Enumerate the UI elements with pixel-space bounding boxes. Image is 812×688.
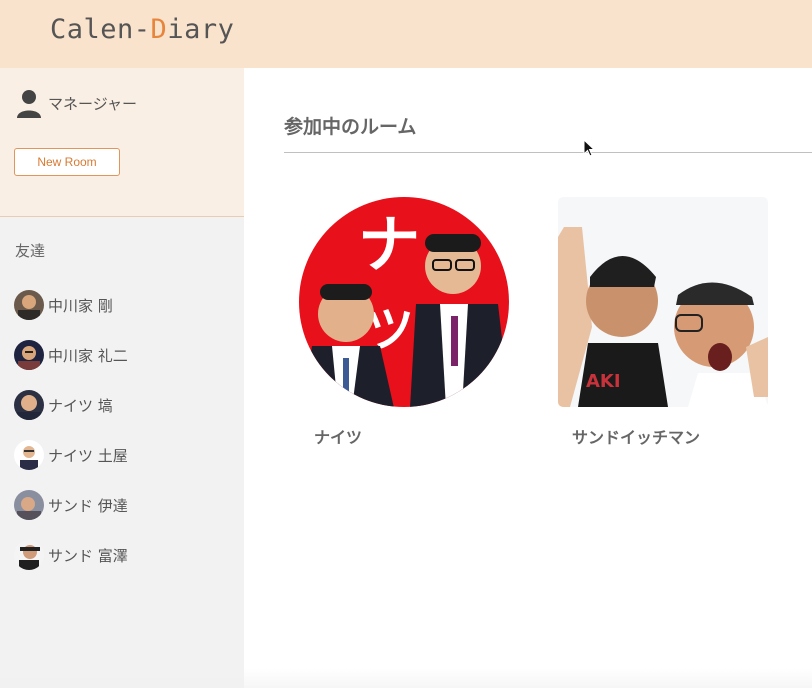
friend-item-reiji[interactable]: 中川家 礼二 [14,330,128,380]
new-room-button[interactable]: New Room [14,148,120,176]
mouse-pointer-icon [583,139,595,157]
room-card-sandwichman[interactable]: AKI サンドイッチマン [558,197,770,447]
friend-name: ナイツ 塙 [48,396,113,415]
friends-heading: 友達 [15,242,46,260]
friend-name: サンド 伊達 [48,496,128,515]
user-name: マネージャー [48,94,137,113]
app-header: Calen-Diary [0,0,812,68]
sidebar-account-panel: マネージャー New Room [0,68,244,217]
room-card-knights[interactable]: ナ ツ ナイツ [298,196,510,447]
friend-item-tomizawa[interactable]: サンド 富澤 [14,530,128,580]
room-image-knights: ナ ツ [299,197,509,407]
app-logo[interactable]: Calen-Diary [50,14,234,45]
svg-text:ナ: ナ [358,208,420,281]
friend-item-date[interactable]: サンド 伊達 [14,480,128,530]
avatar [14,390,44,420]
friend-item-tsuchiya[interactable]: ナイツ 土屋 [14,430,128,480]
sidebar: マネージャー New Room 友達 中川家 剛 中川家 礼二 ナイツ 塙 ナイ… [0,68,244,688]
main-content: 参加中のルーム ナ ツ ナイツ AKI サンドイッチマン [244,68,812,688]
friend-list: 中川家 剛 中川家 礼二 ナイツ 塙 ナイツ 土屋 サンド 伊達 サンド 富澤 [14,280,128,580]
friend-item-tsuyoshi[interactable]: 中川家 剛 [14,280,128,330]
room-name: ナイツ [314,428,363,447]
avatar [14,490,44,520]
friend-name: 中川家 剛 [48,296,113,315]
avatar [14,540,44,570]
user-profile[interactable]: マネージャー [16,88,137,118]
user-icon [17,90,41,118]
friend-name: 中川家 礼二 [48,346,128,365]
bottom-shadow [0,668,812,688]
room-name: サンドイッチマン [572,428,701,447]
avatar [14,440,44,470]
friend-name: サンド 富澤 [48,546,128,565]
avatar [14,290,44,320]
page-title: 参加中のルーム [284,116,417,138]
room-image-sandwichman: AKI [558,197,768,407]
friend-name: ナイツ 土屋 [48,446,128,465]
friend-item-hanawa[interactable]: ナイツ 塙 [14,380,128,430]
svg-text:AKI: AKI [586,371,621,392]
title-divider [284,152,812,153]
avatar [14,340,44,370]
